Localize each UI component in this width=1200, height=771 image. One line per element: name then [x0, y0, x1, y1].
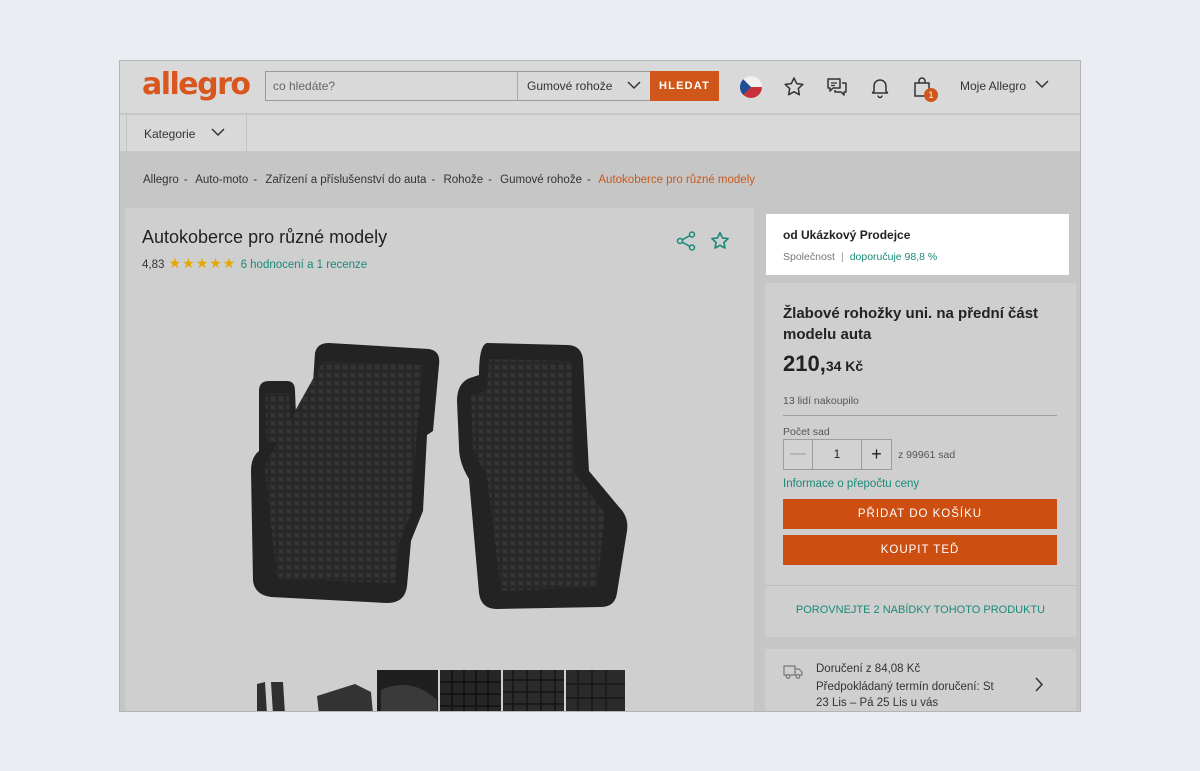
seller-box: od Ukázkový Prodejce Společnost | doporuču… [766, 214, 1069, 275]
reviews-link[interactable]: 6 hodnocení a 1 recenze [241, 259, 368, 271]
breadcrumb-item[interactable]: Gumové rohože [500, 174, 582, 186]
breadcrumb-item[interactable]: Rohože [443, 174, 483, 186]
divider [783, 415, 1057, 416]
price-cents: 34 Kč [825, 358, 864, 374]
compare-offers-link[interactable]: POROVNEJTE 2 NABÍDKY TOHOTO PRODUKTU [765, 604, 1076, 616]
categories-label: Kategorie [144, 127, 196, 141]
cart-count-badge: 1 [924, 88, 938, 102]
quantity-decrease-button[interactable]: — [784, 440, 813, 469]
buy-now-button[interactable]: KOUPIT TEĎ [783, 535, 1057, 565]
seller-meta: Společnost | doporučuje 98,8 % [783, 251, 938, 263]
add-to-cart-button[interactable]: PŘIDAT DO KOŠÍKU [783, 499, 1057, 529]
breadcrumb-item[interactable]: Auto-moto [195, 174, 248, 186]
search-category-select[interactable]: Gumové rohože [517, 72, 651, 100]
delivery-estimate: Předpokládaný termín doručení: St 23 Lis… [816, 681, 994, 709]
allegro-logo[interactable]: allegro [142, 67, 251, 102]
account-menu[interactable]: Moje Allegro [960, 79, 1026, 93]
product-rating: 4,83 ★★★★★ 6 hodnocení a 1 recenze [142, 255, 367, 272]
search-category-label: Gumové rohože [527, 79, 613, 93]
quantity-increase-button[interactable]: + [861, 440, 891, 469]
delivery-price: Doručení z 84,08 Kč [816, 663, 921, 675]
quantity-input[interactable]: 1 [813, 440, 861, 469]
breadcrumb-item[interactable]: Zařízení a příslušenství do auta [265, 174, 426, 186]
star-outline-icon[interactable] [709, 230, 731, 252]
czech-flag-icon[interactable] [740, 76, 762, 98]
breadcrumb: Allegro - Auto-moto - Zařízení a příslušen… [143, 174, 756, 186]
breadcrumb-item[interactable]: Allegro [143, 174, 179, 186]
seller-name[interactable]: od Ukázkový Prodejce [783, 228, 910, 242]
chevron-down-icon [627, 81, 641, 90]
bought-count: 13 lidí nakoupilo [783, 395, 859, 407]
price-conversion-link[interactable]: Informace o přepočtu ceny [783, 478, 919, 490]
image-thumbnails[interactable] [251, 670, 625, 712]
rating-stars: ★★★★★ [168, 255, 237, 271]
star-outline-icon[interactable] [782, 75, 806, 99]
chat-icon[interactable] [825, 75, 849, 99]
quantity-label: Počet sad [783, 426, 830, 438]
chevron-down-icon[interactable] [1035, 80, 1049, 89]
buy-box: Žlabové rohožky uni. na přední část mode… [765, 283, 1076, 637]
seller-recommend[interactable]: doporučuje 98,8 % [850, 251, 938, 263]
chevron-down-icon [211, 128, 225, 137]
bell-icon[interactable] [868, 75, 892, 99]
divider [765, 585, 1076, 586]
search-input[interactable] [266, 72, 518, 100]
product-image[interactable] [237, 331, 637, 616]
chevron-right-icon[interactable] [1035, 677, 1044, 692]
truck-icon [783, 665, 803, 679]
seller-type: Společnost [783, 251, 835, 263]
browser-page: allegro Gumové rohože HLEDAT 1 Moje Alle… [119, 60, 1081, 712]
breadcrumb-current: Autokoberce pro různé modely [598, 174, 756, 186]
rating-value: 4,83 [142, 259, 165, 271]
search-button[interactable]: HLEDAT [650, 71, 719, 101]
product-title: Autokoberce pro různé modely [142, 227, 388, 247]
category-bar: Kategorie [120, 115, 1080, 152]
price-main: 210, [783, 351, 826, 376]
stock-info: z 99961 sad [898, 449, 956, 461]
categories-dropdown[interactable]: Kategorie [126, 115, 247, 152]
quantity-stepper: — 1 + [783, 439, 892, 470]
top-header: allegro Gumové rohože HLEDAT 1 Moje Alle… [120, 61, 1080, 114]
product-gallery-panel: Autokoberce pro různé modely 4,83 ★★★★★ … [125, 208, 754, 712]
offer-title: Žlabové rohožky uni. na přední část mode… [783, 305, 1039, 343]
price: 210,34 Kč [783, 351, 863, 377]
share-icon[interactable] [675, 230, 697, 252]
search-bar: Gumové rohože HLEDAT [265, 71, 719, 101]
delivery-box[interactable]: Doručení z 84,08 Kč Předpokládaný termín… [765, 649, 1076, 711]
